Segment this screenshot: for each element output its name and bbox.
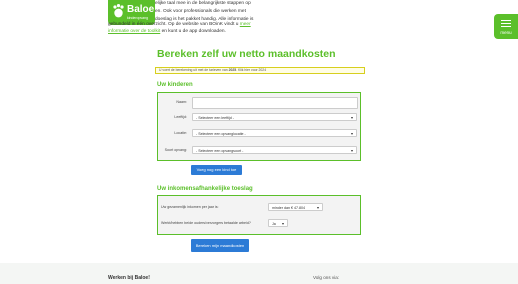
location-select[interactable]: - Selecteer een opvanglocatie - ▾ [192, 129, 357, 137]
footer-follow-title: Volg ons via: [313, 275, 340, 280]
children-panel: Naam: Leeftijd: - Selecteer een leeftijd… [157, 92, 361, 161]
work-select-value: Ja [272, 222, 276, 226]
page-title: Bereken zelf uw netto maandkosten [157, 48, 336, 60]
intro-line: elijke taal mee in de belangrijkste stap… [155, 1, 251, 6]
intro-line: en kunt u de app downloaden. [161, 29, 226, 34]
intro-line: gebundeld in één overzicht. Op de websit… [108, 22, 239, 27]
menu-label: menu [500, 30, 512, 35]
intro-line: en. Ook voor professionals die werken me… [155, 9, 246, 14]
calculate-costs-button[interactable]: Bereken mijn maandkosten [191, 239, 249, 252]
care-type-select[interactable]: - Selecteer een opvangsoort - ▾ [192, 146, 357, 154]
menu-button[interactable]: menu [494, 14, 518, 39]
chevron-down-icon: ▾ [350, 115, 353, 120]
intro-line-4: gebundeld in één overzicht. Op de websit… [108, 22, 251, 28]
more-link[interactable]: meer [240, 22, 251, 27]
care-type-label: Soort opvang: [164, 148, 187, 152]
intro-paragraph: elijke taal mee in de belangrijkste stap… [155, 0, 255, 24]
logo-subtitle: kinderopvang [127, 16, 149, 20]
name-label: Naam: [176, 100, 187, 104]
notice-year: 2025 [228, 68, 237, 72]
income-section-title: Uw inkomensafhankelijke toeslag [157, 186, 253, 192]
notice-text: U voert de berekening uit met de tarieve… [159, 68, 228, 72]
work-select[interactable]: Ja ▾ [268, 219, 288, 227]
children-section-title: Uw kinderen [157, 82, 193, 88]
footer-work-title[interactable]: Werken bij Baloe! [108, 275, 150, 281]
income-select[interactable]: minder dan € 47.804 ▾ [268, 203, 323, 211]
income-panel: Uw gezamenlijk inkomen per jaar is: mind… [157, 195, 361, 235]
chevron-down-icon: ▾ [350, 131, 353, 136]
chevron-down-icon: ▾ [316, 205, 319, 210]
child-name-input[interactable] [192, 97, 358, 109]
age-label: Leeftijd: [174, 115, 187, 119]
hamburger-icon [501, 20, 511, 21]
income-label: Uw gezamenlijk inkomen per jaar is: [161, 205, 219, 209]
location-select-value: - Selecteer een opvanglocatie - [196, 132, 246, 136]
age-select[interactable]: - Selecteer een leeftijd - ▾ [192, 113, 357, 121]
toolkit-info-link[interactable]: informatie over de toolkit [108, 29, 160, 34]
income-select-value: minder dan € 47.804 [272, 206, 305, 210]
footer: Werken bij Baloe! Volg ons via: [0, 263, 518, 284]
location-label: Locatie: [174, 131, 187, 135]
notice-link-2024[interactable]: Klik hier voor 2024 [238, 68, 266, 72]
age-select-value: - Selecteer een leeftijd - [196, 116, 234, 120]
tariff-notice: U voert de berekening uit met de tarieve… [155, 67, 365, 74]
chevron-down-icon: ▾ [281, 221, 284, 226]
add-child-button[interactable]: Voeg nog een kind toe [191, 165, 242, 175]
intro-line-5: informatie over de toolkit en kunt u de … [108, 29, 226, 35]
logo-wordmark: Baloe [127, 4, 155, 15]
care-type-select-value: - Selecteer een opvangsoort - [196, 149, 244, 153]
chevron-down-icon: ▾ [350, 148, 353, 153]
paw-logo-icon [113, 4, 124, 18]
work-label: Werkt/hebben beide ouders/verzorgers bet… [161, 221, 251, 225]
